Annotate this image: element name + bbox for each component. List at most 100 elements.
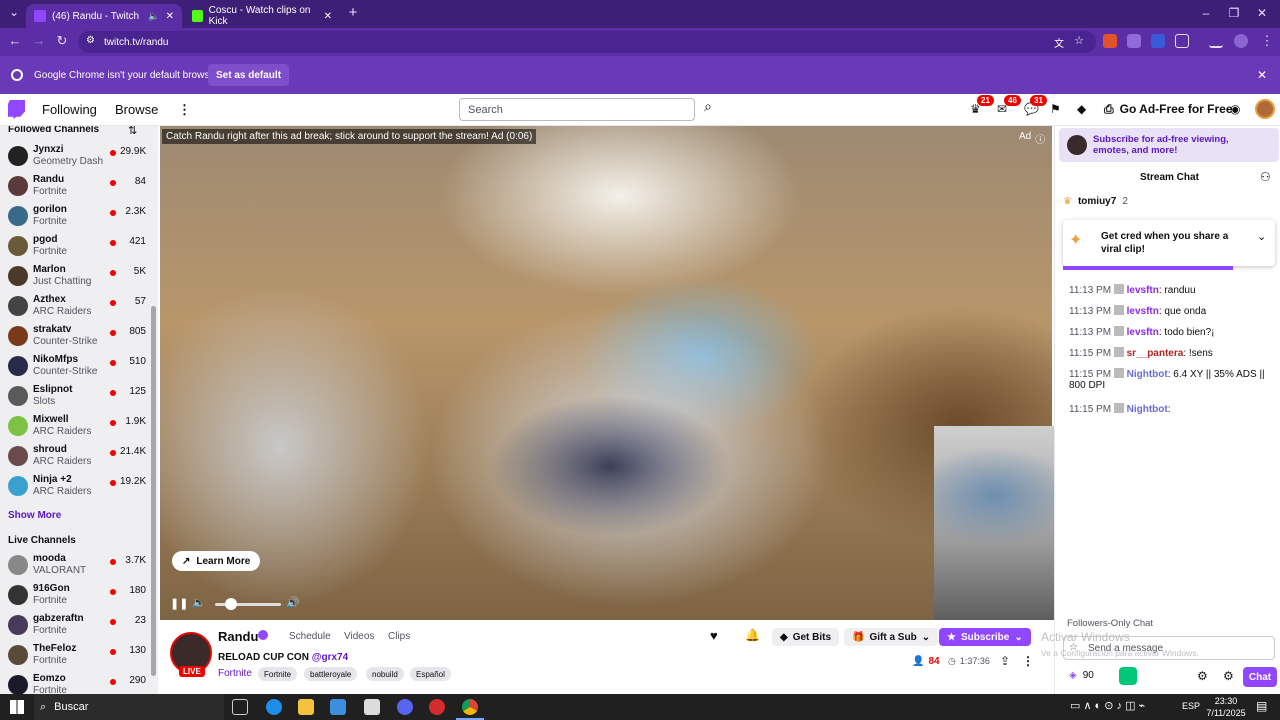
tag-battleroyale[interactable]: battleroyale [304,667,358,681]
info-icon[interactable]: ⓘ [1035,131,1045,146]
close-infobar-icon[interactable]: ✕ [1257,68,1267,82]
sidebar-channel-azthex[interactable]: Azthex ARC Raiders 57 [0,292,150,322]
maximize-icon[interactable]: ❐ [1224,6,1244,20]
message-user[interactable]: levsftn [1127,306,1159,317]
title-mention-link[interactable]: @grx74 [312,652,348,663]
chat-settings-icon[interactable]: ⚙ [1223,669,1234,683]
sidebar-channel-eomzo[interactable]: Eomzo Fortnite 290 [0,671,150,694]
close-tab-icon[interactable]: ✕ [166,11,174,22]
bonus-claim-icon[interactable] [1119,667,1137,685]
sidebar-channel-eslipnot[interactable]: Eslipnot Slots 125 [0,382,150,412]
learn-more-button[interactable]: ↗ Learn More [172,551,261,571]
address-bar[interactable]: ⚙ twitch.tv/randu 文 ☆ [78,31,1096,53]
channel-name[interactable]: Randu [218,629,258,644]
sidebar-channel-thefeloz[interactable]: TheFeloz Fortnite 130 [0,641,150,671]
speaker-icon[interactable]: 🔈 [148,11,159,22]
sidebar-channel-randu[interactable]: Randu Fortnite 84 [0,172,150,202]
gift-sub-button[interactable]: 🎁 Gift a Sub ⌄ [844,628,939,646]
forward-icon[interactable]: → [30,33,48,48]
sidebar-channel-mixwell[interactable]: Mixwell ARC Raiders 1.9K [0,412,150,442]
sidebar-channel-marlon[interactable]: Marlon Just Chatting 5K [0,262,150,292]
notification-bell-icon[interactable]: 🔔 [745,628,760,642]
extensions-icon[interactable]: ⚙ [1197,669,1208,683]
message-user[interactable]: levsftn [1127,327,1159,338]
browser-tab-kick[interactable]: Coscu - Watch clips on Kick ✕ [184,4,340,28]
language-indicator[interactable]: ESP [1182,701,1200,711]
tray-icons[interactable]: ▭ ∧ ◐ ⊙ ♪ ◫ ⌁ [1070,699,1145,712]
subscribe-promo[interactable]: Subscribe for ad-free viewing, emotes, a… [1059,128,1279,162]
bookmark-star-icon[interactable]: ☆ [1074,34,1084,47]
extension-icon[interactable] [1151,34,1165,48]
volume-max-icon[interactable]: 🔊 [286,596,300,609]
browse-link[interactable]: Browse [115,102,158,117]
turbo-icon[interactable]: ◉ [1230,102,1240,116]
video-player[interactable]: Catch Randu right after this ad break; s… [160,126,1052,620]
tag-espanol[interactable]: Español [410,667,451,681]
cred-popup[interactable]: ✦ Get cred when you share a viral clip! … [1063,220,1275,266]
follow-heart-icon[interactable]: ♥ [710,628,718,643]
back-icon[interactable]: ← [6,33,24,48]
notifications-icon[interactable]: ▤ [1256,699,1267,713]
sidebar-channel-gabzeraftn[interactable]: gabzeraftn Fortnite 23 [0,611,150,641]
extensions-puzzle-icon[interactable] [1175,34,1189,48]
store-icon[interactable] [330,699,346,715]
sidebar-channel-gorilon[interactable]: gorilon Fortnite 2.3K [0,202,150,232]
browser-tab-twitch[interactable]: (46) Randu - Twitch 🔈 ✕ [26,4,182,28]
following-link[interactable]: Following [42,102,97,117]
sidebar-channel-pgod[interactable]: pgod Fortnite 421 [0,232,150,262]
community-icon[interactable]: ⚇ [1260,170,1271,184]
subscribe-button[interactable]: ★ Subscribe ⌄ [939,628,1031,646]
pause-icon[interactable]: ❚❚ [170,597,188,610]
message-user[interactable]: sr__pantera [1127,348,1184,359]
volume-slider-handle[interactable] [225,598,237,610]
show-more-link[interactable]: Show More [8,510,61,521]
sidebar-channel-nikomfps[interactable]: NikoMfps Counter-Strike 510 [0,352,150,382]
discord-icon[interactable] [397,699,413,715]
minimize-icon[interactable]: – [1196,6,1216,20]
sidebar-channel-mooda[interactable]: mooda VALORANT 3.7K [0,551,150,581]
mail-icon[interactable] [364,699,380,715]
profile-avatar-icon[interactable] [1234,34,1248,48]
app-icon[interactable] [429,699,445,715]
sidebar-channel-ninja-2[interactable]: Ninja +2 ARC Raiders 19.2K [0,472,150,502]
bits-icon[interactable]: ◆ [1077,102,1086,116]
media-controls-icon[interactable] [1209,34,1223,48]
clock[interactable]: 23:30 7/11/2025 [1202,695,1250,719]
close-window-icon[interactable]: ✕ [1252,6,1272,20]
reload-icon[interactable]: ↻ [53,33,71,49]
file-explorer-icon[interactable] [298,699,314,715]
more-menu-icon[interactable]: ⋮ [178,102,191,118]
sidebar-channel-916gon[interactable]: 916Gon Fortnite 180 [0,581,150,611]
more-options-icon[interactable]: ⋮ [1022,654,1034,668]
activity-icon[interactable]: ⚑ [1050,102,1061,116]
edge-icon[interactable] [266,699,282,715]
extension-icon[interactable] [1103,34,1117,48]
sidebar-channel-jynxzi[interactable]: Jynxzi Geometry Dash 29.9K [0,142,150,172]
new-tab-button[interactable]: + [343,4,363,21]
close-tab-icon[interactable]: ✕ [324,11,332,22]
task-view-icon[interactable] [232,699,248,715]
collapse-sidebar-icon[interactable]: ⇅ [128,126,137,137]
tag-fortnite[interactable]: Fortnite [258,667,298,681]
message-user[interactable]: Nightbot [1127,369,1168,380]
twitch-logo-icon[interactable] [8,100,25,119]
go-ad-free-button[interactable]: ⎙ Go Ad-Free for Free [1104,102,1233,117]
game-link[interactable]: Fortnite [218,668,252,679]
tag-nobuild[interactable]: nobuild [366,667,404,681]
chat-send-button[interactable]: Chat [1243,667,1277,687]
extension-icon[interactable] [1127,34,1141,48]
chrome-menu-icon[interactable]: ⋮ [1258,33,1276,49]
taskbar-search[interactable]: ⌕ Buscar [34,694,224,720]
share-icon[interactable]: ⇪ [1000,654,1010,668]
translate-icon[interactable]: 文 [1054,35,1064,50]
channel-tab-videos[interactable]: Videos [344,631,374,642]
set-default-button[interactable]: Set as default [208,64,290,86]
sidebar-channel-shroud[interactable]: shroud ARC Raiders 21.4K [0,442,150,472]
chevron-down-icon[interactable]: ⌄ [1257,230,1266,243]
volume-icon[interactable]: 🔈 [192,596,206,609]
chrome-icon[interactable] [462,699,478,715]
user-avatar[interactable] [1255,99,1275,119]
channel-points[interactable]: ◈ 90 [1069,670,1094,681]
tab-search-icon[interactable]: ⌄ [4,5,24,19]
pinned-leader[interactable]: ♛ tomiuy7 2 [1063,196,1128,207]
